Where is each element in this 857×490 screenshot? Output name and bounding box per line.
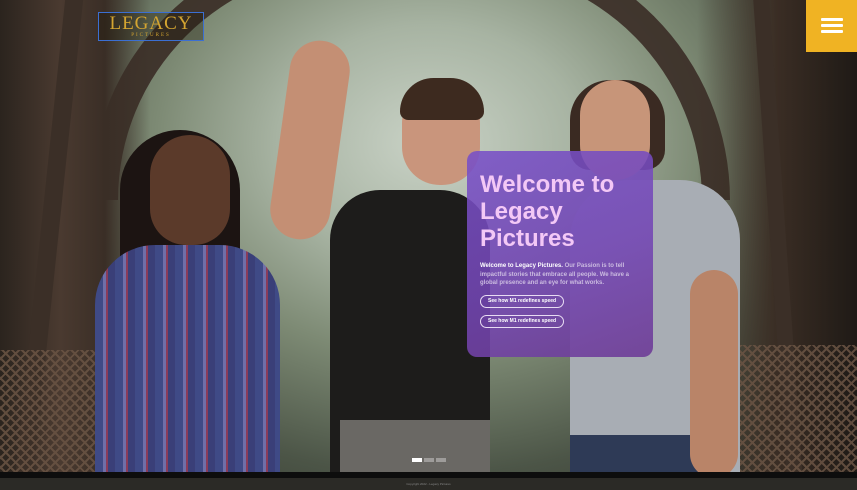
cta-button-2[interactable]: See how M1 redefines speed	[480, 314, 565, 328]
slider-dot[interactable]	[436, 458, 446, 462]
cta-button-1[interactable]: See how M1 redefines speed	[480, 294, 565, 308]
slider-pagination	[412, 458, 446, 462]
slider-dot[interactable]	[424, 458, 434, 462]
slider-dot[interactable]	[412, 458, 422, 462]
welcome-description: Welcome to Legacy Pictures. Our Passion …	[480, 262, 640, 288]
footer-copyright: Copyright 2022 - Legacy Pictures	[406, 482, 451, 486]
man-jeans	[340, 420, 490, 478]
welcome-card: Welcome to Legacy Pictures Welcome to Le…	[467, 151, 653, 357]
hero-background-image	[0, 0, 857, 478]
legacy-pictures-logo[interactable]: LEGACY PICTURES	[98, 12, 204, 41]
welcome-title: Welcome to Legacy Pictures	[480, 171, 615, 252]
menu-button[interactable]	[806, 0, 857, 52]
hamburger-menu-icon	[820, 18, 843, 34]
footer: Copyright 2022 - Legacy Pictures	[0, 472, 857, 486]
woman-plaid-shirt	[95, 245, 280, 478]
welcome-intro-bold: Welcome to Legacy Pictures.	[480, 263, 563, 269]
man-right-arm	[690, 270, 738, 478]
logo-wordmark: LEGACY	[109, 13, 193, 34]
woman-face	[150, 135, 230, 245]
